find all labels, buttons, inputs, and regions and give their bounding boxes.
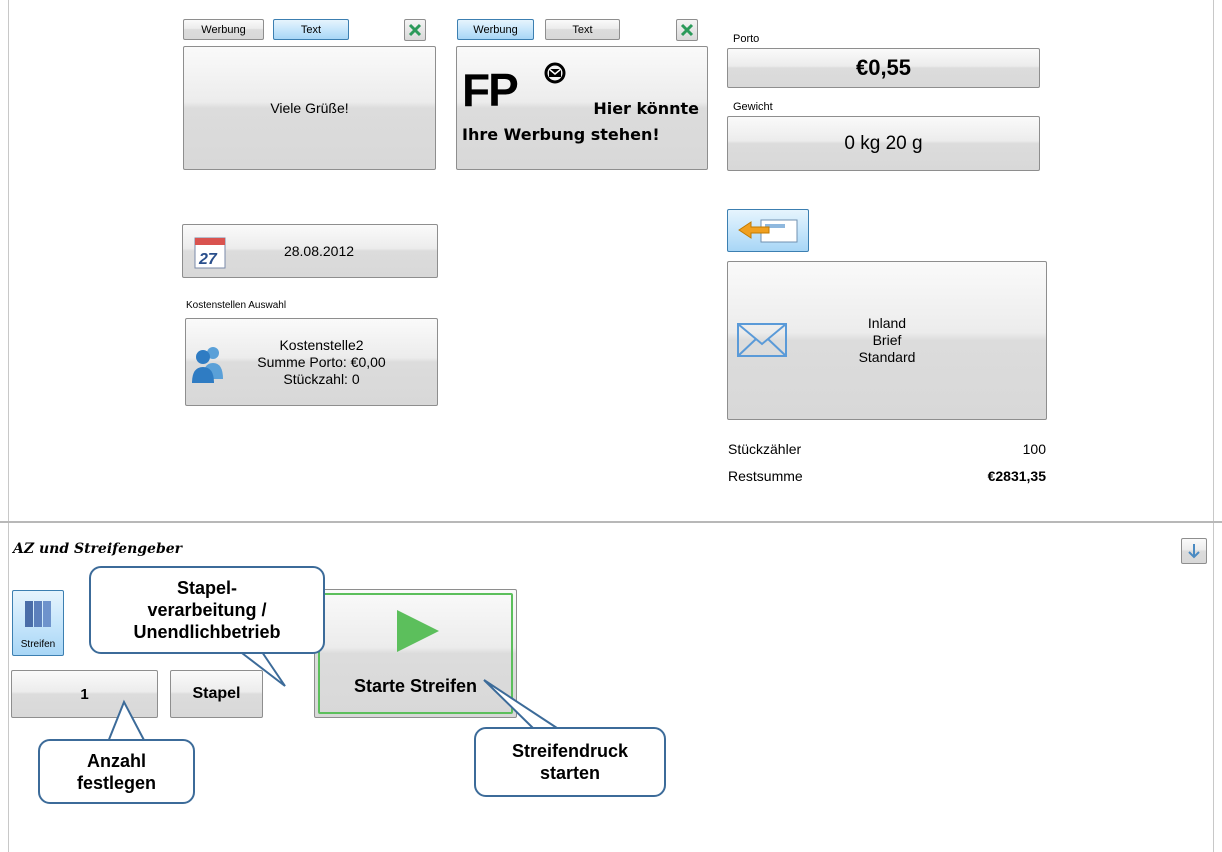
callout-anzahl-line2: festlegen xyxy=(76,772,157,793)
callout-anzahl-line1: Anzahl xyxy=(86,750,146,771)
callout-stapel-line3: Unendlichbetrieb xyxy=(133,622,281,642)
callout-anzahl: Anzahl festlegen xyxy=(38,739,195,804)
callout-stapel-line2: verarbeitung / xyxy=(147,600,267,620)
callout-start-line1: Streifendruck xyxy=(511,741,629,761)
callout-start-line2: starten xyxy=(539,763,601,783)
callout-stapel-line1: Stapel- xyxy=(176,578,237,598)
callout-pointers xyxy=(107,649,561,743)
callout-start: Streifendruck starten xyxy=(474,727,666,797)
callout-stapel: Stapel- verarbeitung / Unendlichbetrieb xyxy=(89,566,325,654)
